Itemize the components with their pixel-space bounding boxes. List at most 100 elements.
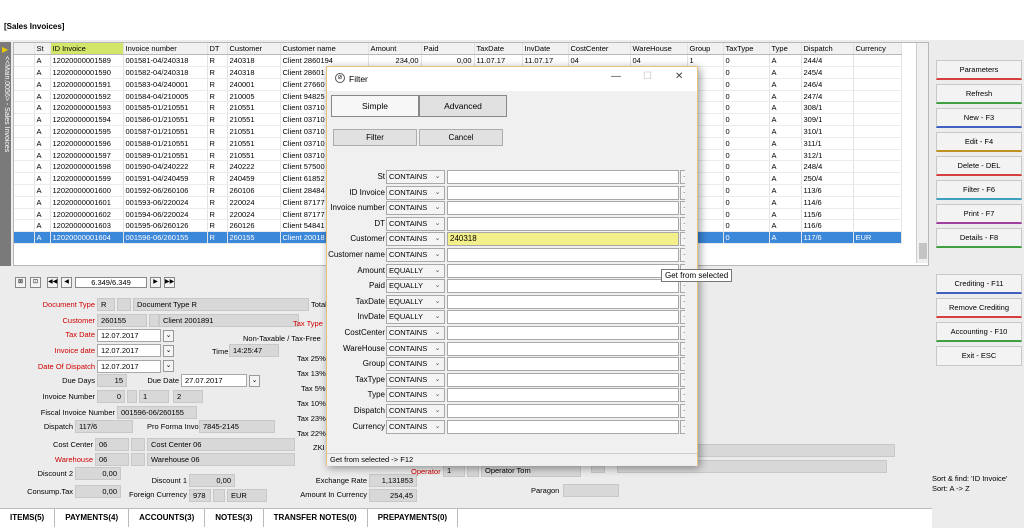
filter-button[interactable]: Filter — [333, 129, 417, 146]
detail-tab[interactable]: ACCOUNTS(3) — [129, 509, 206, 527]
dispatch-date-field[interactable]: 12.07.2017 — [97, 360, 161, 373]
column-header[interactable]: Customer name — [280, 43, 369, 56]
customer-lookup[interactable] — [149, 314, 159, 327]
action-button[interactable]: Filter - F6 — [936, 180, 1022, 200]
action-button[interactable]: Refresh — [936, 84, 1022, 104]
invoice-date-field[interactable]: 12.07.2017 — [97, 344, 161, 357]
column-header[interactable]: St — [34, 43, 51, 56]
chevron-down-icon[interactable]: ⌄ — [431, 233, 444, 245]
filter-value-input[interactable] — [447, 216, 679, 231]
column-header[interactable]: Group — [687, 43, 724, 56]
filter-value-input[interactable] — [447, 170, 679, 184]
filter-value-input[interactable] — [447, 372, 679, 387]
chevron-down-icon[interactable]: ⌄ — [431, 171, 444, 183]
chevron-down-icon[interactable]: ⌄ — [431, 202, 444, 214]
side-tab[interactable]: ▶ <<Main.0056> - Sales Invoices — [0, 42, 11, 266]
column-header[interactable]: Amount — [368, 43, 422, 56]
cost-center-lookup[interactable] — [131, 438, 145, 451]
discount1-field[interactable]: 0,00 — [189, 474, 235, 487]
column-header[interactable]: Type — [769, 43, 802, 56]
action-button[interactable]: Edit - F4 — [936, 132, 1022, 152]
chevron-down-icon[interactable]: ⌄ — [431, 405, 444, 417]
chevron-down-icon[interactable]: ⌄ — [431, 389, 444, 401]
tax-date-dropdown-icon[interactable]: ⌄ — [163, 330, 174, 342]
filter-value-input[interactable] — [447, 310, 679, 325]
expand-icon[interactable]: ⊠ — [15, 277, 26, 288]
dispatch-field[interactable]: 117/6 — [75, 420, 133, 433]
consump-tax-field[interactable]: 0,00 — [75, 485, 121, 498]
prev-record-button[interactable]: ◀ — [61, 277, 72, 288]
chevron-down-icon[interactable]: ⌄ — [431, 374, 444, 386]
last-record-button[interactable]: ▶▶ — [164, 277, 175, 288]
filter-value-input[interactable] — [447, 201, 679, 216]
foreign-currency-lookup[interactable] — [213, 489, 225, 502]
column-header[interactable]: CostCenter — [568, 43, 631, 56]
invoice-number-b[interactable]: 1 — [139, 390, 169, 403]
proforma-field[interactable]: 7845-2145 — [199, 420, 275, 433]
action-button[interactable]: Remove Crediting — [936, 298, 1022, 318]
filter-value-input[interactable] — [447, 419, 679, 434]
column-header[interactable]: ID Invoice — [50, 43, 124, 56]
chevron-down-icon[interactable]: ⌄ — [431, 280, 444, 292]
table-row[interactable]: A 12020000001589 001581-04/240318 R 240318 Cl… — [14, 54, 902, 68]
column-header[interactable]: DT — [207, 43, 228, 56]
paragon-field[interactable] — [563, 484, 619, 497]
discount2-field[interactable]: 0,00 — [75, 467, 121, 480]
column-header[interactable]: TaxDate — [474, 43, 523, 56]
filter-value-input[interactable] — [447, 185, 679, 200]
action-button[interactable]: Details - F8 — [936, 228, 1022, 248]
column-header[interactable]: TaxType — [723, 43, 770, 56]
amount-in-currency-field[interactable]: 254,45 — [369, 489, 417, 502]
cost-center-code[interactable]: 06 — [95, 438, 129, 451]
document-type-code[interactable]: R — [97, 298, 115, 311]
filter-value-input[interactable] — [447, 263, 679, 278]
filter-value-input[interactable] — [447, 326, 679, 340]
chevron-down-icon[interactable]: ⌄ — [431, 187, 444, 199]
due-date-field[interactable]: 27.07.2017 — [181, 374, 247, 387]
warehouse-code[interactable]: 06 — [95, 453, 129, 466]
action-button[interactable]: Crediting - F11 — [936, 274, 1022, 294]
action-button[interactable]: New - F3 — [936, 108, 1022, 128]
minimize-icon[interactable]: — — [611, 71, 621, 82]
column-header[interactable]: Customer — [227, 43, 281, 56]
column-header[interactable]: InvDate — [522, 43, 569, 56]
chevron-down-icon[interactable]: ⌄ — [431, 249, 444, 261]
document-type-lookup[interactable] — [117, 298, 131, 311]
chevron-down-icon[interactable]: ⌄ — [431, 296, 444, 308]
tab-advanced[interactable]: Advanced — [419, 95, 507, 117]
invoice-number-c[interactable]: 2 — [173, 390, 203, 403]
chevron-down-icon[interactable]: ⌄ — [431, 265, 444, 277]
invoice-number-a[interactable]: 0 — [97, 390, 125, 403]
action-button[interactable]: Delete - DEL — [936, 156, 1022, 176]
column-header[interactable]: WareHouse — [630, 43, 688, 56]
first-record-button[interactable]: ◀◀ — [47, 277, 58, 288]
filter-value-input[interactable] — [447, 279, 679, 294]
chevron-down-icon[interactable]: ⌄ — [431, 421, 444, 433]
time-field[interactable]: 14:25:47 — [229, 344, 279, 357]
filter-value-input[interactable] — [447, 248, 679, 262]
close-icon[interactable]: ✕ — [675, 71, 683, 82]
chevron-down-icon[interactable]: ⌄ — [431, 327, 444, 339]
foreign-currency-code[interactable]: 978 — [189, 489, 211, 502]
grid-scrollbar[interactable] — [916, 43, 928, 263]
filter-value-input[interactable]: 240318 — [447, 232, 679, 247]
action-button[interactable]: Accounting - F10 — [936, 322, 1022, 342]
detail-tab[interactable]: PAYMENTS(4) — [55, 509, 130, 527]
detail-tab[interactable]: NOTES(3) — [205, 509, 264, 527]
chevron-down-icon[interactable]: ⌄ — [431, 218, 444, 230]
action-button[interactable]: Print - F7 — [936, 204, 1022, 224]
chevron-down-icon[interactable]: ⌄ — [431, 343, 444, 355]
chevron-down-icon[interactable]: ⌄ — [431, 358, 444, 370]
warehouse-lookup[interactable] — [131, 453, 145, 466]
filter-value-input[interactable] — [447, 341, 679, 356]
due-days-field[interactable]: 15 — [97, 374, 127, 387]
cancel-button[interactable]: Cancel — [419, 129, 503, 146]
action-button[interactable]: Parameters — [936, 60, 1022, 80]
filter-value-input[interactable] — [447, 357, 679, 372]
column-header[interactable]: Currency — [853, 43, 902, 56]
detail-tab[interactable]: PREPAYMENTS(0) — [368, 509, 459, 527]
customer-code[interactable]: 260155 — [97, 314, 147, 327]
collapse-icon[interactable]: ⊡ — [30, 277, 41, 288]
scrollbar-thumb[interactable] — [919, 243, 927, 259]
column-header[interactable]: Invoice number — [123, 43, 208, 56]
